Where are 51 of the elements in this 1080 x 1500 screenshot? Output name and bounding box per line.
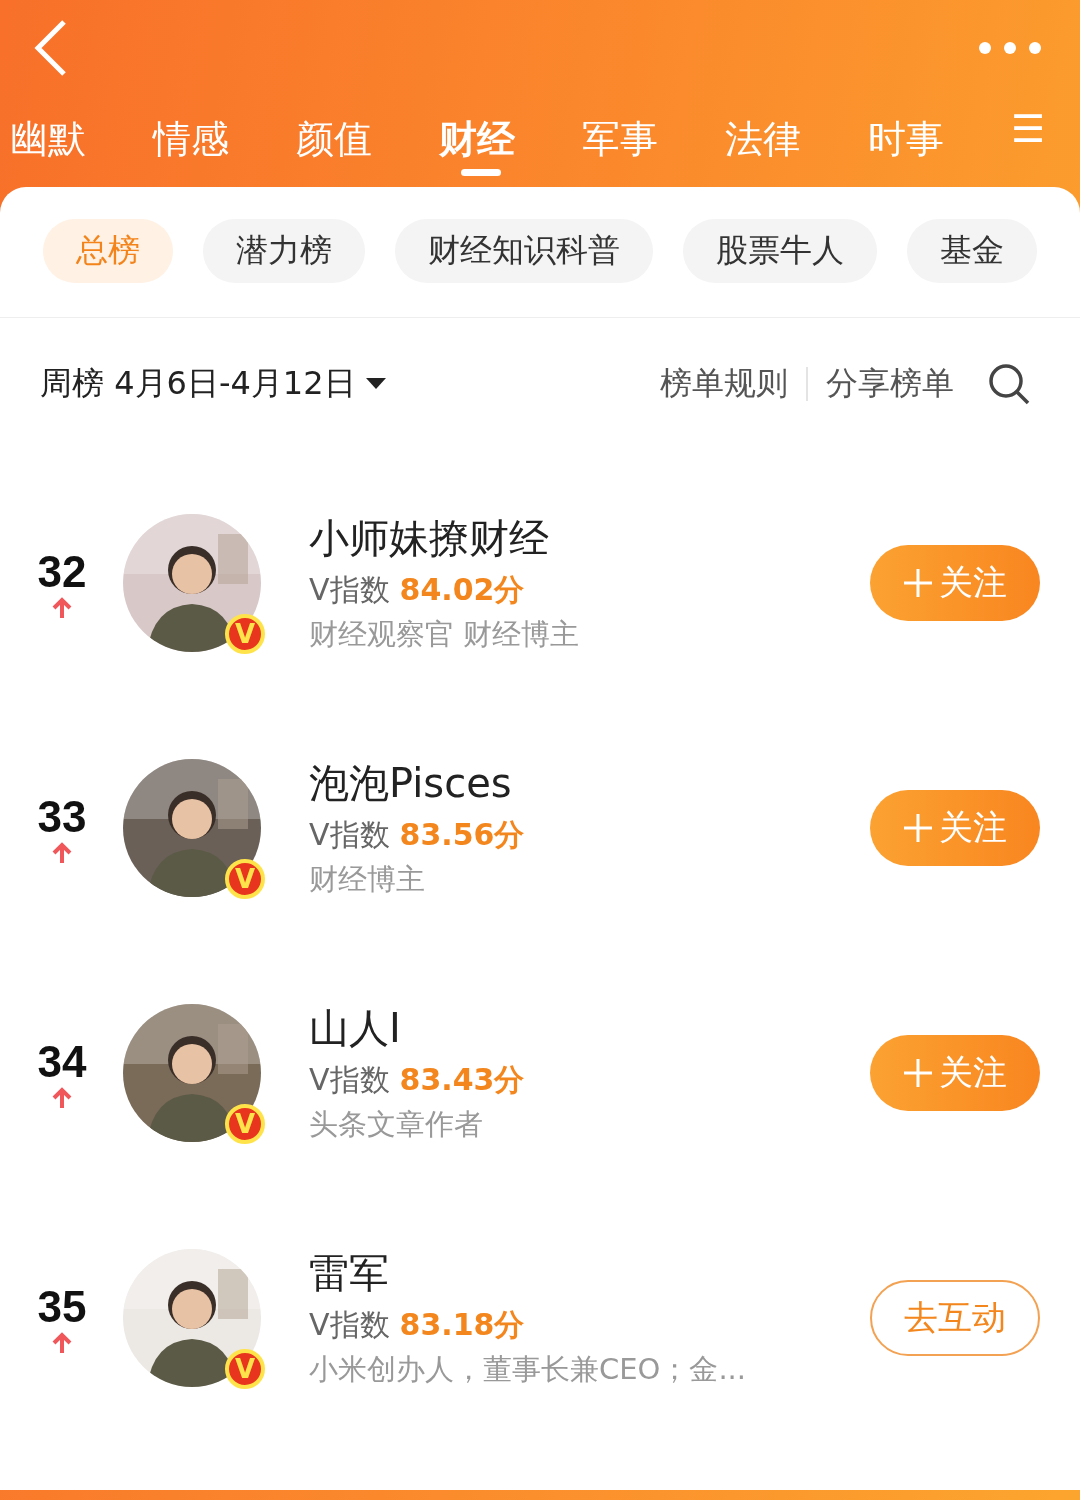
more-icon[interactable] [978,40,1042,55]
period-dropdown[interactable]: 周榜 4月6日-4月12日 [40,362,386,406]
ranking-chip[interactable]: 基金 [907,219,1037,283]
score-value: 83.43分 [399,1060,525,1099]
user-description: 财经观察官 财经博主 [309,615,581,653]
ranking-chip[interactable]: 财经知识科普 [395,219,653,283]
rank-number: 32 [37,546,87,597]
rank-number: 33 [37,791,87,842]
verified-badge: V [225,1348,265,1389]
score-label: V指数 [309,1060,390,1099]
rank-number: 34 [37,1036,87,1087]
user-description: 头条文章作者 [309,1105,484,1143]
verified-badge: V [225,613,265,654]
verified-badge: V [225,858,265,899]
category-tab[interactable]: 情感 [153,95,296,175]
score-value: 83.56分 [399,815,525,854]
score-value: 84.02分 [399,570,525,609]
score-label: V指数 [309,1305,390,1344]
ranking-chip[interactable]: 总榜 [43,219,173,283]
user-name[interactable]: 泡泡Pisces [309,755,870,811]
follow-button[interactable]: 关注 [870,544,1040,621]
user-name[interactable]: 雷军 [309,1245,870,1301]
category-tab[interactable]: 财经 [439,95,582,175]
category-tab[interactable]: 法律 [725,95,868,175]
plus-icon [903,1057,933,1088]
verified-badge: V [225,1103,265,1144]
share-link[interactable]: 分享榜单 [826,362,954,406]
menu-icon[interactable]: ☰ [1011,95,1046,151]
ranking-chip[interactable]: 潜力榜 [203,219,365,283]
user-name[interactable]: 小师妹撩财经 [309,510,870,566]
category-tab[interactable]: 时事 [868,95,1011,175]
score-label: V指数 [309,570,390,609]
user-description: 财经博主 [309,860,426,898]
rules-link[interactable]: 榜单规则 [660,362,788,406]
follow-button[interactable]: 关注 [870,1034,1040,1111]
score-label: V指数 [309,815,390,854]
ranking-chip[interactable]: 股票牛人 [683,219,877,283]
user-description: 小米创办人，董事长兼CEO；金... [309,1350,748,1388]
back-icon[interactable] [34,18,68,77]
interact-button[interactable]: 去互动 [870,1279,1040,1356]
follow-button[interactable]: 关注 [870,789,1040,866]
user-name[interactable]: 山人I [309,1000,870,1056]
search-icon[interactable] [988,363,1030,405]
rank-number: 35 [37,1281,87,1332]
plus-icon [903,567,933,598]
caret-icon [365,378,386,390]
category-tab[interactable]: 军事 [582,95,725,175]
score-value: 83.18分 [399,1305,525,1344]
plus-icon [903,812,933,843]
category-tab[interactable]: 颜值 [296,95,439,175]
category-tab[interactable]: 幽默 [10,95,153,175]
